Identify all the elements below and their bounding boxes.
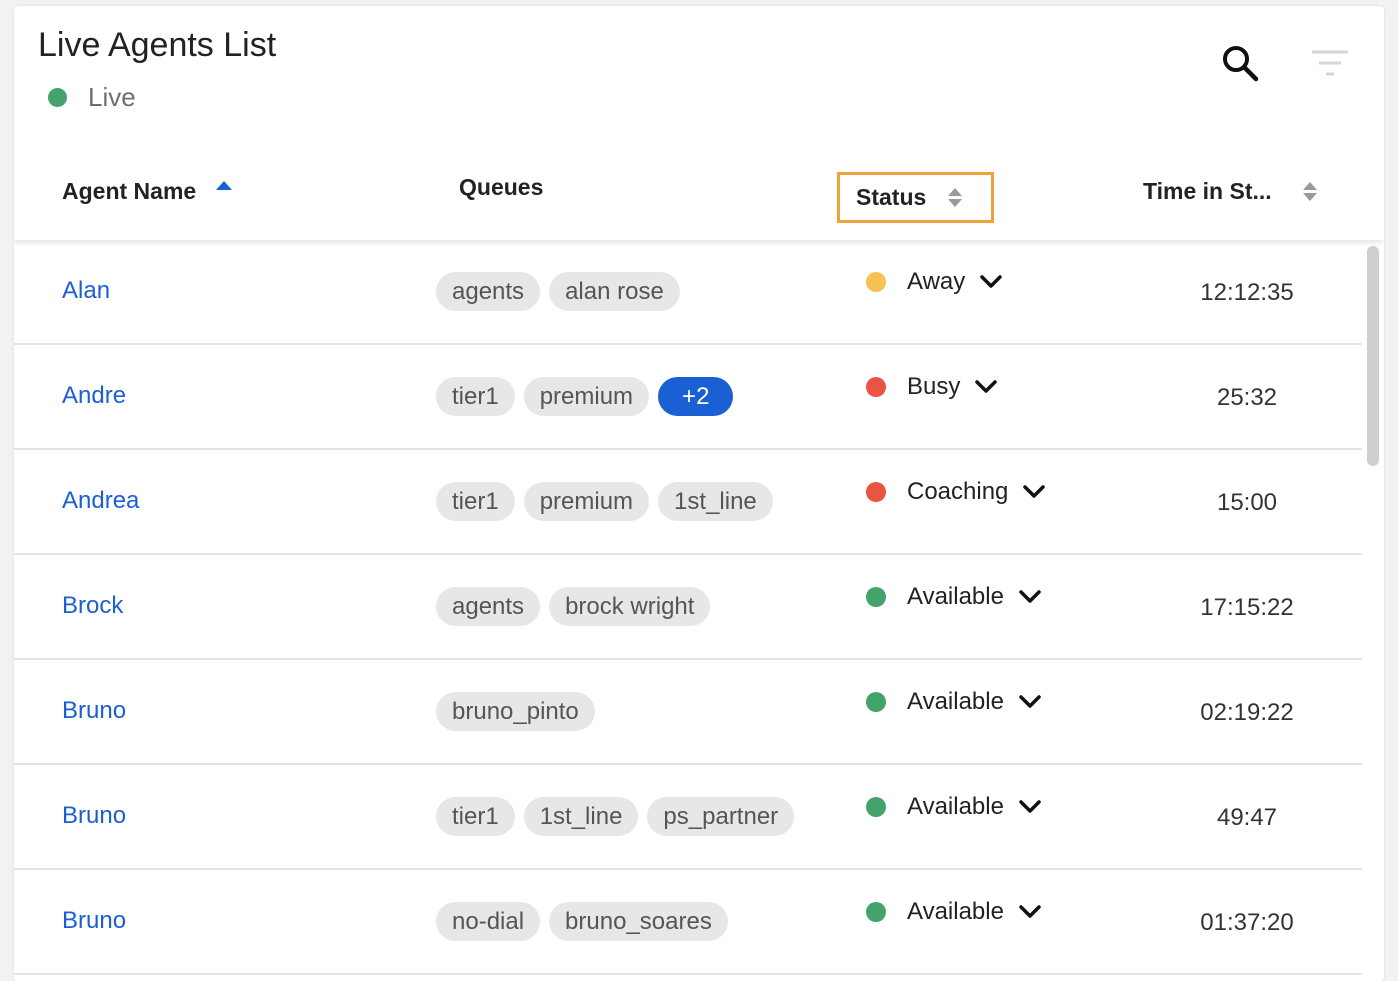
column-header-agent-name[interactable]: Agent Name xyxy=(62,178,233,205)
status-dot xyxy=(866,797,886,817)
queue-chip: 1st_line xyxy=(658,482,773,521)
status-dot xyxy=(866,272,886,292)
status-dropdown[interactable]: Available xyxy=(866,793,1042,821)
live-indicator: Live xyxy=(48,82,136,113)
column-header-status[interactable]: Status xyxy=(837,172,994,223)
table-row: Andre tier1 premium +2 Busy 25:32 xyxy=(14,345,1362,450)
status-dropdown[interactable]: Coaching xyxy=(866,478,1046,506)
column-label-agent-name: Agent Name xyxy=(62,178,197,204)
chevron-down-icon[interactable] xyxy=(979,274,1003,290)
status-label: Available xyxy=(907,793,1004,820)
status-dropdown[interactable]: Available xyxy=(866,688,1042,716)
queue-chips: tier1 premium 1st_line xyxy=(436,482,773,521)
queue-chip: premium xyxy=(523,482,650,521)
time-in-status: 17:15:22 xyxy=(1200,594,1294,621)
time-in-status: 01:37:20 xyxy=(1200,909,1294,936)
status-label: Busy xyxy=(907,373,961,400)
queue-chip: 1st_line xyxy=(523,797,639,836)
chevron-down-icon[interactable] xyxy=(1018,589,1042,605)
sort-icon[interactable] xyxy=(948,188,963,207)
live-status-dot xyxy=(48,88,67,107)
queue-chip: agents xyxy=(436,587,541,626)
status-dropdown[interactable]: Available xyxy=(866,898,1042,926)
queue-chips: tier1 premium +2 xyxy=(436,377,734,416)
table-row: Alan agents alan rose Away 12:12:35 xyxy=(14,240,1362,345)
time-in-status: 02:19:22 xyxy=(1200,699,1294,726)
time-in-status: 12:12:35 xyxy=(1200,279,1294,306)
filter-icon[interactable] xyxy=(1310,48,1350,80)
column-label-queues: Queues xyxy=(459,174,544,200)
list-header: Live Agents List Live Agent Name Queues xyxy=(14,6,1384,240)
status-label: Away xyxy=(907,268,966,295)
table-row: Bruno bruno_pinto Available 02:19:22 xyxy=(14,660,1362,765)
queue-chip: bruno_soares xyxy=(549,902,728,941)
table-row: Andrea tier1 premium 1st_line Coaching 15:00 xyxy=(14,450,1362,555)
queue-chips: agents alan rose xyxy=(436,272,680,311)
table-row: Bruno tier1 1st_line ps_partner Available 49:… xyxy=(14,765,1362,870)
agent-name-link[interactable]: Andrea xyxy=(62,487,139,515)
agent-name-link[interactable]: Bruno xyxy=(62,802,126,830)
status-dropdown[interactable]: Busy xyxy=(866,373,998,401)
queue-chip: tier1 xyxy=(436,377,515,416)
queue-chip: bruno_pinto xyxy=(436,692,595,731)
chevron-down-icon[interactable] xyxy=(1018,799,1042,815)
agent-name-link[interactable]: Bruno xyxy=(62,697,126,725)
column-header-time-in-status[interactable]: Time in St... xyxy=(1143,178,1317,205)
chevron-down-icon[interactable] xyxy=(1022,484,1046,500)
column-label-time-in-status: Time in St... xyxy=(1143,178,1272,204)
queue-chip: ps_partner xyxy=(647,797,795,836)
scrollbar-thumb[interactable] xyxy=(1367,246,1379,466)
chevron-down-icon[interactable] xyxy=(974,379,998,395)
column-label-status: Status xyxy=(856,184,927,210)
status-dot xyxy=(866,587,886,607)
queue-chip: agents xyxy=(436,272,541,311)
time-in-status: 49:47 xyxy=(1216,804,1278,831)
status-label: Coaching xyxy=(907,478,1009,505)
queue-chip: tier1 xyxy=(436,797,515,836)
queue-chips: agents brock wright xyxy=(436,587,711,626)
status-label: Available xyxy=(907,583,1004,610)
status-dot xyxy=(866,902,886,922)
agent-name-link[interactable]: Andre xyxy=(62,382,126,410)
more-queues-button[interactable]: +2 xyxy=(658,377,734,416)
status-dot xyxy=(866,692,886,712)
agents-table-body: Alan agents alan rose Away 12:12:35 Andre tier… xyxy=(14,240,1362,975)
live-agents-card: Live Agents List Live Agent Name Queues xyxy=(14,6,1384,981)
sort-ascending-icon[interactable] xyxy=(216,181,233,190)
status-dropdown[interactable]: Available xyxy=(866,583,1042,611)
status-dropdown[interactable]: Away xyxy=(866,268,1003,296)
table-row: Bruno no-dial bruno_soares Available 01:37:2… xyxy=(14,870,1362,975)
queue-chip: no-dial xyxy=(436,902,541,941)
status-label: Available xyxy=(907,688,1004,715)
agent-name-link[interactable]: Brock xyxy=(62,592,123,620)
chevron-down-icon[interactable] xyxy=(1018,904,1042,920)
queue-chip: alan rose xyxy=(549,272,680,311)
column-header-queues: Queues xyxy=(459,174,543,201)
sort-icon[interactable] xyxy=(1302,182,1317,201)
time-in-status: 25:32 xyxy=(1216,384,1278,411)
status-dot xyxy=(866,377,886,397)
agent-name-link[interactable]: Bruno xyxy=(62,907,126,935)
agent-name-link[interactable]: Alan xyxy=(62,277,110,305)
queue-chip: tier1 xyxy=(436,482,515,521)
status-dot xyxy=(866,482,886,502)
chevron-down-icon[interactable] xyxy=(1018,694,1042,710)
table-row: Brock agents brock wright Available 17:15:22 xyxy=(14,555,1362,660)
queue-chips: tier1 1st_line ps_partner xyxy=(436,797,795,836)
queue-chips: no-dial bruno_soares xyxy=(436,902,728,941)
status-label: Available xyxy=(907,898,1004,925)
page-title: Live Agents List xyxy=(38,26,277,64)
time-in-status: 15:00 xyxy=(1216,489,1278,516)
queue-chips: bruno_pinto xyxy=(436,692,595,731)
queue-chip: brock wright xyxy=(549,587,711,626)
search-icon[interactable] xyxy=(1219,42,1263,86)
live-label: Live xyxy=(88,82,136,112)
queue-chip: premium xyxy=(523,377,650,416)
